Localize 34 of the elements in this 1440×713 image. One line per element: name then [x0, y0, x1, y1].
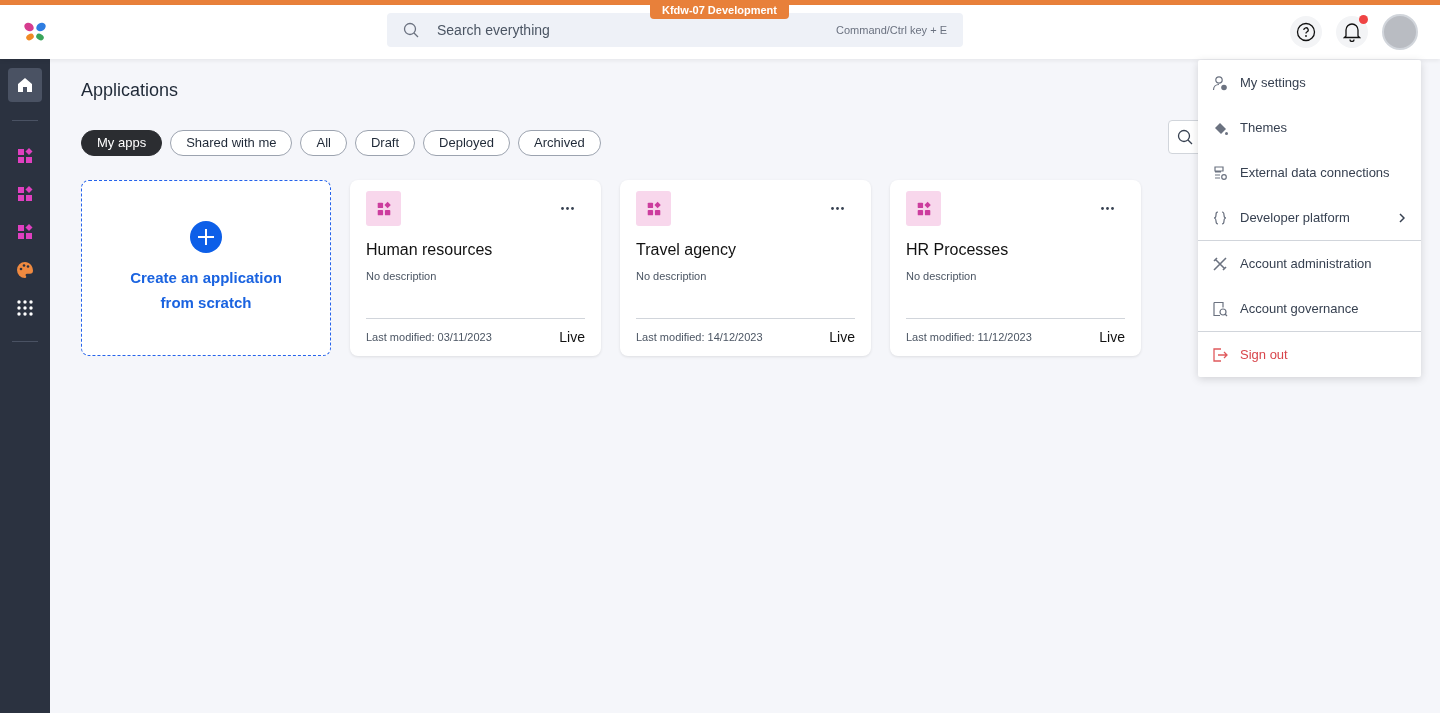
- app-description: No description: [636, 269, 708, 284]
- menu-item[interactable]: Themes: [1198, 105, 1421, 150]
- filter-tab[interactable]: Draft: [354, 130, 416, 156]
- create-app-card[interactable]: Create an application from scratch: [81, 180, 331, 356]
- menu-item[interactable]: External data connections: [1198, 150, 1421, 195]
- app-card[interactable]: HR Processes No description Last modified: 11/12/2023 Live: [890, 180, 1141, 356]
- create-app-label: Create an application from scratch: [129, 268, 283, 313]
- app-card[interactable]: Travel agency No description Last modified: 14/12/2023 Live: [620, 180, 871, 356]
- filter-tab[interactable]: My apps: [81, 130, 163, 156]
- app-card[interactable]: Human resources No description Last modified: 03/11/2023 Live: [350, 180, 601, 356]
- app-description: No description: [366, 269, 438, 284]
- app-status: Live: [559, 328, 585, 347]
- app-name: Human resources: [366, 240, 494, 260]
- last-modified: Last modified: 11/12/2023: [906, 330, 1032, 346]
- menu-item[interactable]: Developer platform: [1198, 195, 1421, 240]
- app-name: Travel agency: [636, 240, 737, 260]
- menu-item[interactable]: Account administration: [1198, 241, 1421, 286]
- search-input[interactable]: Search everything: [437, 19, 837, 41]
- filter-tab[interactable]: Deployed: [423, 130, 511, 156]
- menu-item[interactable]: My settings: [1198, 60, 1421, 105]
- page-title: Applications: [81, 79, 179, 102]
- shortcut-hint: Command/Ctrl key + E: [836, 22, 947, 38]
- app-name: HR Processes: [906, 240, 1010, 260]
- environment-badge: Kfdw-07 Development: [650, 2, 789, 19]
- app-status: Live: [829, 328, 855, 347]
- last-modified: Last modified: 14/12/2023: [636, 330, 763, 346]
- last-modified: Last modified: 03/11/2023: [366, 330, 492, 346]
- app-description: No description: [906, 269, 978, 284]
- filter-tab[interactable]: Archived: [518, 130, 601, 156]
- filter-tab[interactable]: Shared with me: [170, 130, 293, 156]
- menu-item[interactable]: Account governance: [1198, 286, 1421, 331]
- filter-tab[interactable]: All: [300, 130, 347, 156]
- menu-item[interactable]: Sign out: [1198, 332, 1421, 377]
- app-status: Live: [1099, 328, 1125, 347]
